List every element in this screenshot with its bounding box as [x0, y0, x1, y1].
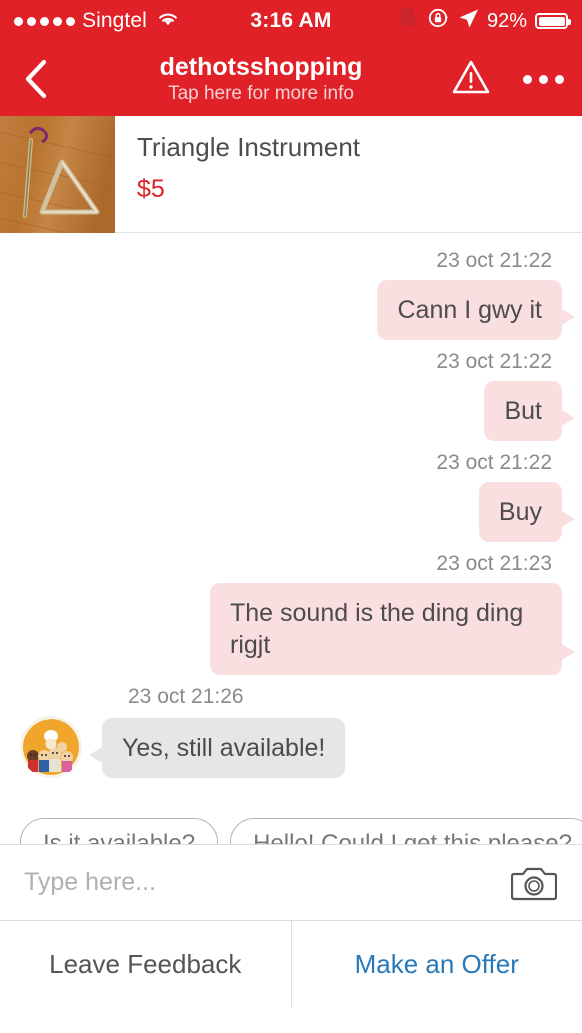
- message-row: Buy: [478, 482, 576, 542]
- message-group: 23 oct 21:22 Buy: [20, 445, 576, 542]
- message-input[interactable]: Type here...: [24, 868, 510, 897]
- message-bubble-outgoing[interactable]: The sound is the ding ding rigjt: [210, 583, 575, 675]
- nav-actions: [451, 59, 564, 100]
- product-summary[interactable]: Triangle Instrument $5: [0, 116, 582, 233]
- product-price: $5: [137, 175, 165, 204]
- warning-triangle-icon[interactable]: [451, 59, 491, 100]
- message-timestamp: 23 oct 21:23: [436, 552, 552, 575]
- bottom-action-bar: Leave Feedback Make an Offer: [0, 920, 582, 1007]
- nav-bar: dethotsshopping Tap here for more info: [0, 42, 582, 116]
- leave-feedback-button[interactable]: Leave Feedback: [0, 921, 292, 1007]
- message-bubble-outgoing[interactable]: Buy: [478, 482, 576, 542]
- chevron-left-icon: [25, 59, 47, 99]
- avatar[interactable]: [20, 716, 82, 778]
- message-group: 23 oct 21:26 Yes, still available!: [20, 679, 562, 778]
- moon-icon: [398, 6, 420, 35]
- back-button[interactable]: [18, 59, 54, 99]
- message-bubble-outgoing[interactable]: Cann I gwy it: [377, 280, 575, 340]
- conversation-header[interactable]: dethotsshopping Tap here for more info: [70, 53, 452, 106]
- quick-reply-suggestions: Is it available? Hello! Could I get this…: [20, 818, 582, 844]
- quick-reply-chip[interactable]: Hello! Could I get this please?: [230, 818, 582, 844]
- message-row: Cann I gwy it: [377, 280, 575, 340]
- message-timestamp: 23 oct 21:22: [436, 249, 552, 272]
- message-row: The sound is the ding ding rigjt: [210, 583, 575, 675]
- message-timestamp: 23 oct 21:22: [436, 350, 552, 373]
- rotation-lock-icon: [428, 7, 450, 35]
- message-row: But: [484, 381, 575, 441]
- chat-thread[interactable]: 23 oct 21:22 Cann I gwy it 23 oct 21:22 …: [0, 233, 582, 844]
- product-thumbnail[interactable]: [0, 116, 115, 233]
- message-group: 23 oct 21:22 Cann I gwy it: [20, 243, 575, 340]
- ellipsis-icon[interactable]: [523, 74, 564, 84]
- camera-icon: [511, 867, 557, 900]
- message-group: 23 oct 21:23 The sound is the ding ding …: [20, 546, 575, 675]
- status-bar: Singtel 3:16 AM 92%: [0, 0, 582, 42]
- message-bubble-outgoing[interactable]: But: [484, 381, 575, 441]
- product-title: Triangle Instrument: [137, 132, 361, 162]
- camera-button[interactable]: [510, 859, 558, 907]
- more-info-hint: Tap here for more info: [168, 82, 354, 104]
- message-input-bar: Type here...: [0, 844, 582, 920]
- page-title: dethotsshopping: [159, 52, 363, 81]
- message-row: Yes, still available!: [20, 716, 346, 778]
- location-arrow-icon: [458, 8, 479, 35]
- message-group: 23 oct 21:22 But: [20, 344, 575, 441]
- make-an-offer-button[interactable]: Make an Offer: [292, 921, 582, 1007]
- message-timestamp: 23 oct 21:26: [128, 685, 244, 708]
- battery-percent-label: 92%: [486, 9, 527, 32]
- message-bubble-incoming[interactable]: Yes, still available!: [88, 718, 346, 778]
- message-timestamp: 23 oct 21:22: [436, 451, 552, 474]
- status-bar-right: 92%: [398, 6, 571, 35]
- seller-avatar: [20, 716, 82, 778]
- battery-icon: [535, 13, 571, 29]
- product-info: Triangle Instrument $5: [115, 116, 582, 232]
- quick-reply-chip[interactable]: Is it available?: [20, 818, 219, 844]
- triangle-instrument-photo: [0, 116, 115, 233]
